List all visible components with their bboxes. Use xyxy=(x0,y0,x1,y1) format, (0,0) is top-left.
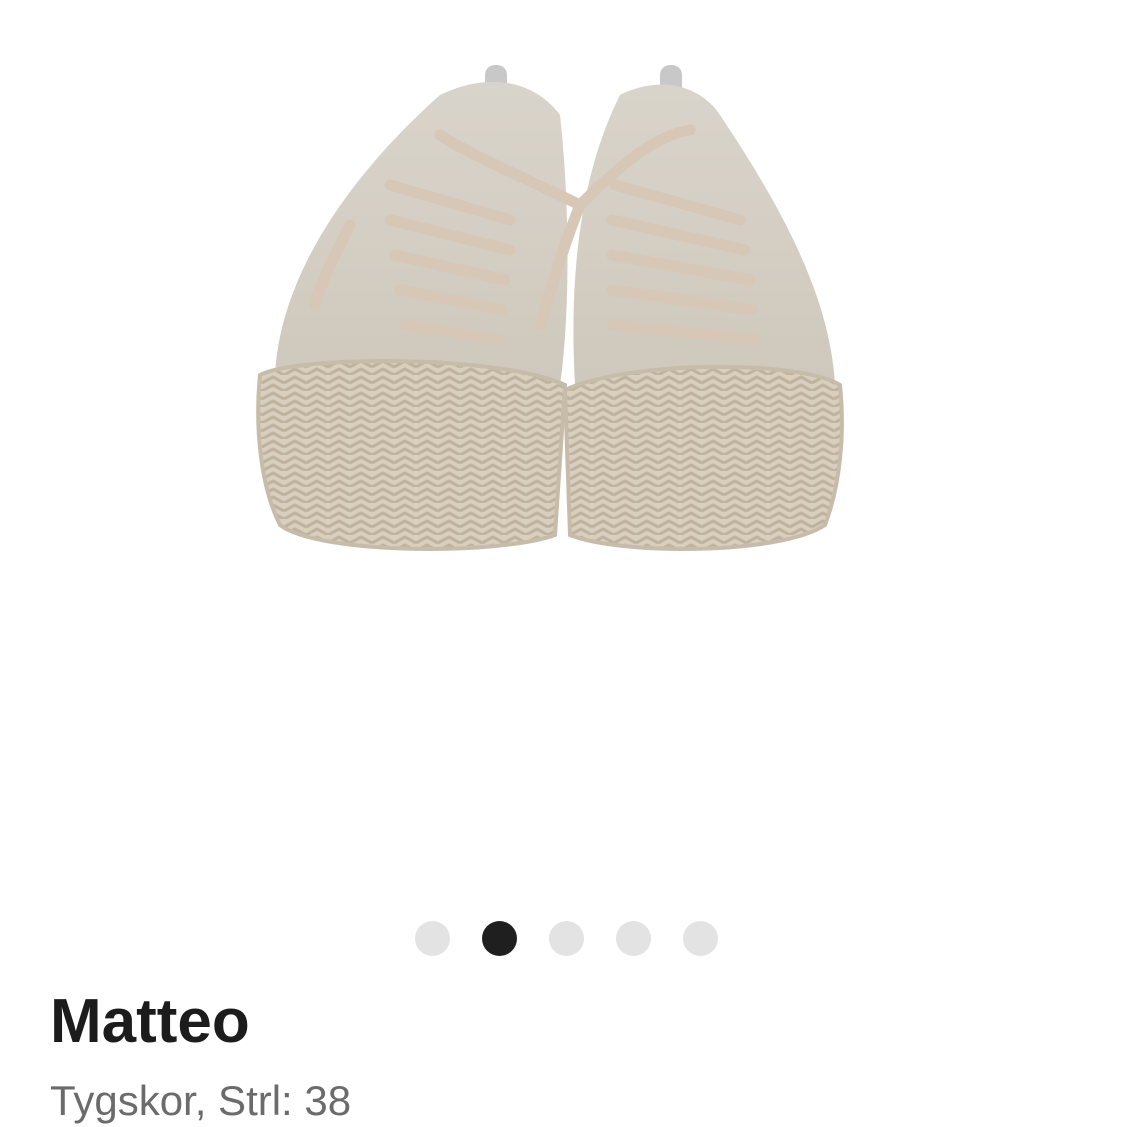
gallery-dot-4[interactable] xyxy=(616,921,651,956)
gallery-dot-2-active[interactable] xyxy=(482,921,517,956)
gallery-dot-5[interactable] xyxy=(683,921,718,956)
product-subtitle: Tygskor, Strl: 38 xyxy=(50,1077,352,1124)
gallery-pagination xyxy=(0,921,1125,957)
product-image xyxy=(256,65,844,551)
product-title: Matteo xyxy=(50,987,250,1056)
product-image-gallery[interactable] xyxy=(0,0,1125,900)
gallery-dot-3[interactable] xyxy=(549,921,584,956)
gallery-dot-1[interactable] xyxy=(415,921,450,956)
